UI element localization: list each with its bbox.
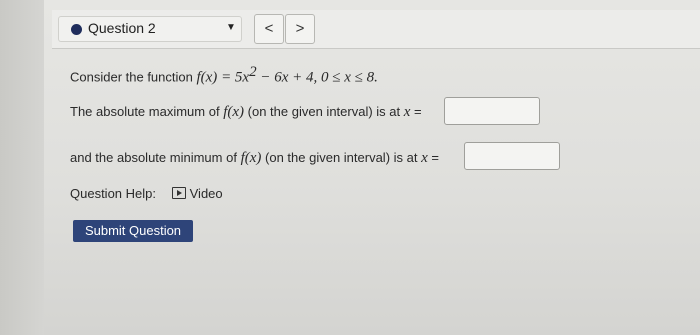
max-prefix: The absolute maximum of [70,104,220,119]
min-variable: x [421,150,428,166]
min-equals: = [431,150,439,165]
question-status-dot-icon [71,24,82,35]
function-lhs: f(x) [196,69,218,86]
question-selector[interactable]: Question 2 ▼ [58,16,242,42]
function-rhs-suffix: − 6x + 4, 0 ≤ x ≤ 8. [256,69,378,86]
min-fx: f(x) [240,150,262,166]
previous-question-button[interactable]: < [254,14,284,44]
min-answer-input[interactable] [464,142,560,170]
submit-question-button[interactable]: Submit Question [73,220,193,242]
screen: Question 2 ▼ < > Consider the function f… [0,0,700,335]
min-suffix: (on the given interval) is at [265,150,418,165]
intro-text: Consider the function [70,69,193,85]
next-question-button[interactable]: > [285,14,315,44]
function-exponent: 2 [249,64,257,80]
video-play-icon[interactable] [171,187,186,199]
max-suffix: (on the given interval) is at [247,104,401,119]
max-equals: = [414,104,422,119]
question-label: Question 2 [88,20,156,36]
function-statement: Consider the function f(x) = 5x2 − 6x + … [70,64,378,86]
caret-down-icon: ▼ [226,22,236,33]
question-help: Question Help: Video [70,186,223,201]
max-variable: x [403,104,411,120]
minimum-prompt: and the absolute minimum of f(x) (on the… [70,150,439,167]
max-answer-input[interactable] [444,97,540,125]
question-toolbar: Question 2 ▼ < > [52,10,700,49]
question-help-label: Question Help: [70,186,156,201]
left-margin [0,0,44,335]
maximum-prompt: The absolute maximum of f(x) (on the giv… [70,104,422,121]
min-prefix: and the absolute minimum of [70,150,237,165]
function-rhs-prefix: = 5x [217,69,250,86]
max-fx: f(x) [223,104,245,120]
video-link[interactable]: Video [190,186,223,201]
